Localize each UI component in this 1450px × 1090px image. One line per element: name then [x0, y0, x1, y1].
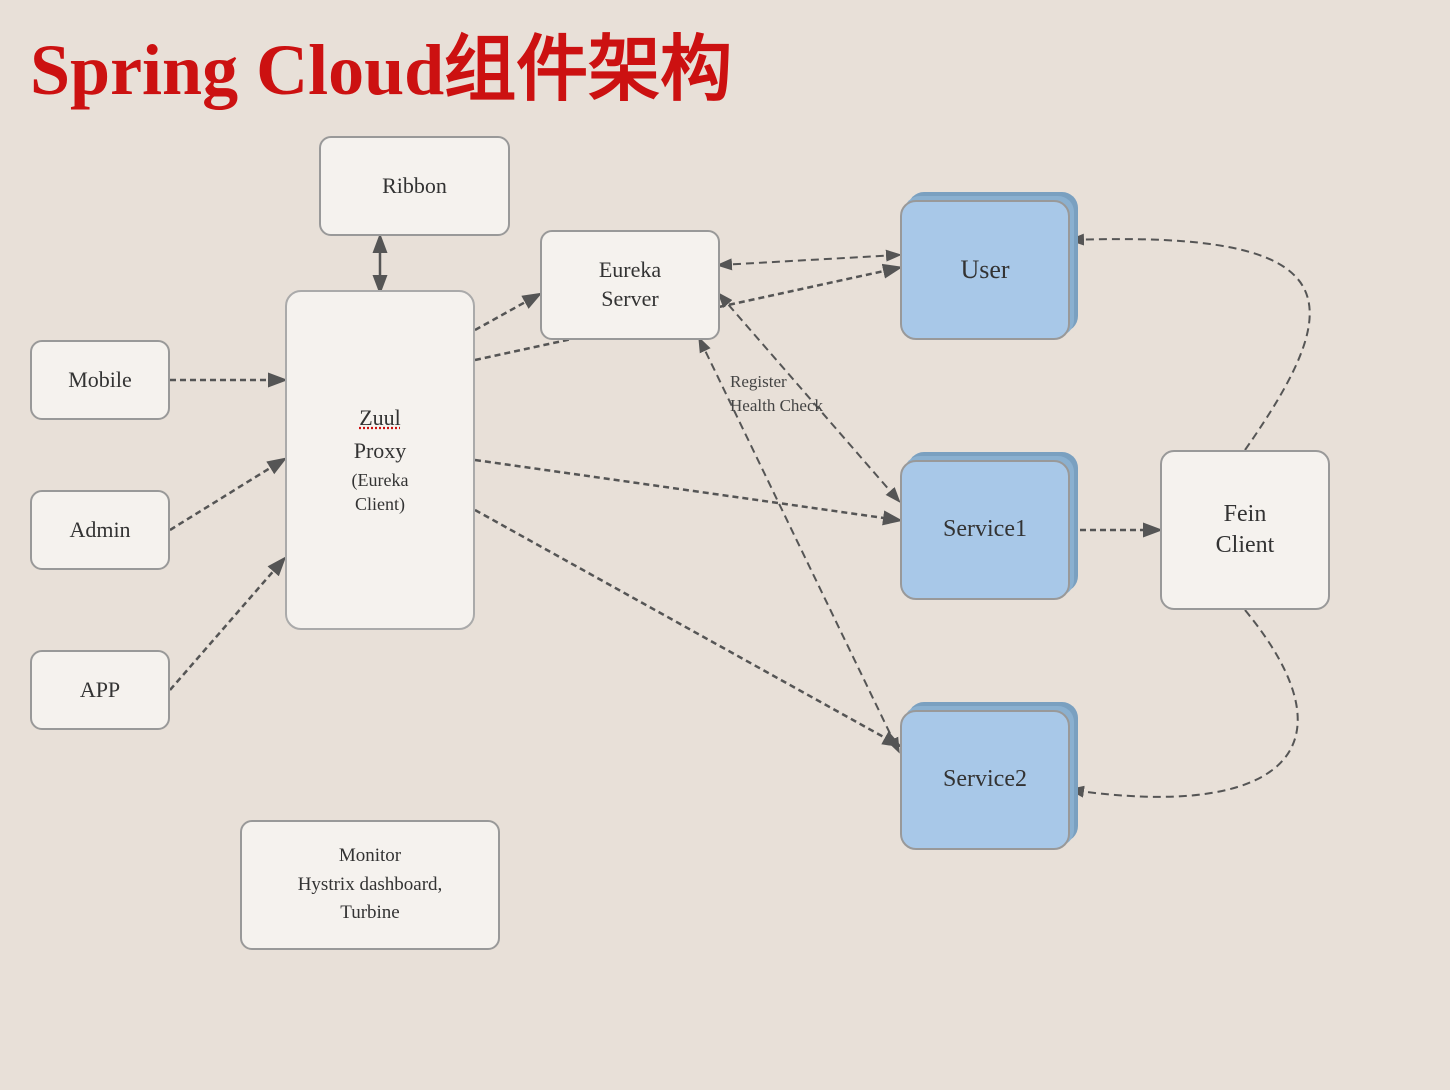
register-health-check-label: RegisterHealth Check: [730, 370, 823, 418]
mobile-node: Mobile: [30, 340, 170, 420]
zuul-proxy-node: Zuul Proxy (EurekaClient): [285, 290, 475, 630]
service2-node: Service2: [900, 710, 1070, 850]
admin-node: Admin: [30, 490, 170, 570]
page-title: Spring Cloud组件架构: [30, 10, 732, 115]
fein-client-node: FeinClient: [1160, 450, 1330, 610]
user-node: User: [900, 200, 1070, 340]
ribbon-node: Ribbon: [319, 136, 510, 236]
monitor-node: MonitorHystrix dashboard,Turbine: [240, 820, 500, 950]
eureka-server-node: EurekaServer: [540, 230, 720, 340]
service1-node: Service1: [900, 460, 1070, 600]
app-node: APP: [30, 650, 170, 730]
